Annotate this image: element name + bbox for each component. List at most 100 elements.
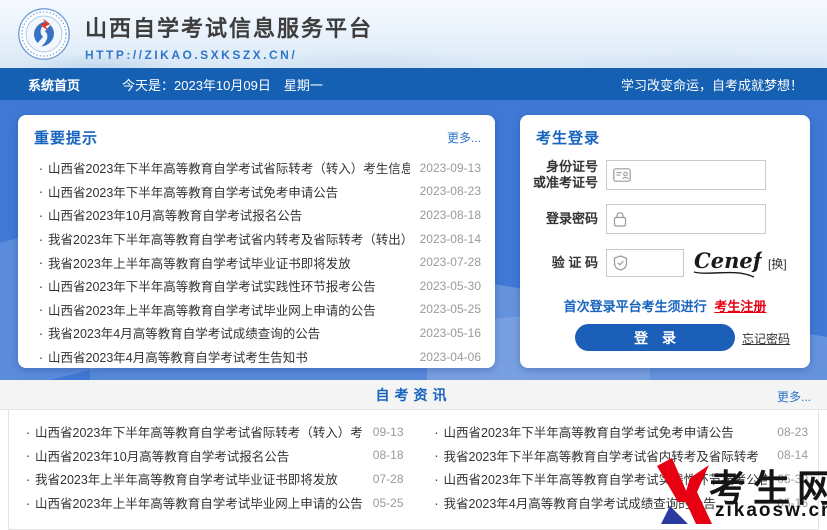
bullet-icon: · [34, 278, 48, 294]
notice-item-title[interactable]: 山西省2023年下半年高等教育自学考试省际转考（转入）考生信息... [48, 158, 410, 177]
watermark-inner: 考生网 zikaosw.cn [657, 450, 827, 530]
news-item-title[interactable]: 山西省2023年上半年高等教育自学考试毕业网上申请的公告 [35, 493, 363, 512]
notice-item[interactable]: · 山西省2023年上半年高等教育自学考试毕业网上申请的公告 2023-05-2… [34, 298, 481, 322]
bullet-icon: · [34, 301, 48, 317]
notice-item-date: 2023-09-13 [420, 161, 481, 175]
login-title: 考生登录 [536, 127, 600, 148]
news-item[interactable]: · 山西省2023年10月高等教育自学考试报名公告 08-18 [21, 444, 404, 468]
news-item-title[interactable]: 山西省2023年下半年高等教育自学考试省际转考（转入）考生信... [35, 422, 363, 441]
captcha-field-label: 验 证 码 [520, 255, 606, 271]
notice-item[interactable]: · 我省2023年4月高等教育自学考试成绩查询的公告 2023-05-16 [34, 321, 481, 345]
notice-item-title[interactable]: 我省2023年4月高等教育自学考试成绩查询的公告 [48, 323, 410, 342]
nav-home-link[interactable]: 系统首页 [28, 75, 80, 94]
notice-item-title[interactable]: 山西省2023年10月高等教育自学考试报名公告 [48, 205, 410, 224]
notice-item-date: 2023-08-14 [420, 232, 481, 246]
bullet-icon: · [34, 325, 48, 341]
login-panel: 考生登录 身份证号 或准考证号 登录密码 [520, 115, 810, 368]
news-item[interactable]: · 山西省2023年下半年高等教育自学考试省际转考（转入）考生信... 09-1… [21, 420, 404, 444]
notice-item-title[interactable]: 山西省2023年下半年高等教育自学考试免考申请公告 [48, 182, 410, 201]
captcha-refresh-link[interactable]: [换] [768, 255, 787, 272]
news-item-title[interactable]: 我省2023年上半年高等教育自学考试毕业证书即将发放 [35, 469, 363, 488]
notice-item-title[interactable]: 山西省2023年下半年高等教育自学考试实践性环节报考公告 [48, 276, 410, 295]
site-logo-icon [17, 7, 71, 61]
page: 山西自学考试信息服务平台 HTTP://ZIKAO.SXKSZX.CN/ 系统首… [0, 0, 827, 530]
register-link[interactable]: 考生注册 [714, 299, 766, 314]
bullet-icon: · [21, 424, 35, 440]
id-input-box [606, 160, 766, 190]
news-title: 自考资讯 [376, 385, 452, 405]
news-item-date: 07-28 [373, 472, 404, 486]
bullet-icon: · [430, 471, 444, 487]
notices-more-link[interactable]: 更多... [447, 129, 481, 146]
news-more-link[interactable]: 更多... [777, 388, 811, 405]
notice-item-title[interactable]: 我省2023年下半年高等教育自学考试省内转考及省际转考（转出）... [48, 229, 410, 248]
id-input[interactable] [636, 163, 736, 187]
password-field-label: 登录密码 [520, 211, 606, 227]
notice-item[interactable]: · 山西省2023年下半年高等教育自学考试省际转考（转入）考生信息... 202… [34, 156, 481, 180]
news-item-date: 08-18 [373, 448, 404, 462]
news-item[interactable]: · 我省2023年上半年高等教育自学考试毕业证书即将发放 07-28 [21, 467, 404, 491]
site-url: HTTP://ZIKAO.SXKSZX.CN/ [85, 48, 373, 62]
notice-item-title[interactable]: 山西省2023年上半年高等教育自学考试毕业网上申请的公告 [48, 300, 410, 319]
bullet-icon: · [430, 447, 444, 463]
notice-item-date: 2023-07-28 [420, 255, 481, 269]
notice-item-date: 2023-05-16 [420, 326, 481, 340]
watermark-domain: zikaosw.cn [715, 500, 827, 522]
nav-date-text: 今天是：2023年10月09日 星期一 [122, 75, 323, 94]
notice-item-date: 2023-08-18 [420, 208, 481, 222]
bullet-icon: · [21, 495, 35, 511]
news-item-date: 08-23 [777, 425, 808, 439]
news-item[interactable]: · 山西省2023年上半年高等教育自学考试毕业网上申请的公告 05-25 [21, 491, 404, 515]
password-input[interactable] [632, 207, 732, 231]
bullet-icon: · [430, 424, 444, 440]
captcha-input-box [606, 249, 684, 277]
news-item-date: 05-25 [373, 496, 404, 510]
bullet-icon: · [34, 207, 48, 223]
notice-item[interactable]: · 山西省2023年下半年高等教育自学考试免考申请公告 2023-08-23 [34, 180, 481, 204]
notice-item-date: 2023-05-30 [420, 279, 481, 293]
shield-icon [613, 255, 628, 271]
news-item-date: 09-13 [373, 425, 404, 439]
news-item-title[interactable]: 山西省2023年10月高等教育自学考试报名公告 [35, 446, 363, 465]
notice-item[interactable]: · 山西省2023年10月高等教育自学考试报名公告 2023-08-18 [34, 203, 481, 227]
notice-item[interactable]: · 山西省2023年4月高等教育自学考试考生告知书 2023-04-06 [34, 345, 481, 369]
notice-item-title[interactable]: 山西省2023年4月高等教育自学考试考生告知书 [48, 347, 410, 366]
id-label-line1: 身份证号 [520, 159, 598, 175]
bullet-icon: · [34, 231, 48, 247]
notice-item[interactable]: · 山西省2023年下半年高等教育自学考试实践性环节报考公告 2023-05-3… [34, 274, 481, 298]
login-header: 考生登录 [536, 127, 794, 148]
captcha-image[interactable]: Cenef [692, 247, 762, 279]
nav-bar: 系统首页 今天是：2023年10月09日 星期一 学习改变命运，自考成就梦想！ [0, 68, 827, 100]
notice-item-date: 2023-08-23 [420, 184, 481, 198]
site-header: 山西自学考试信息服务平台 HTTP://ZIKAO.SXKSZX.CN/ [0, 0, 827, 68]
nav-slogan: 学习改变命运，自考成就梦想！ [621, 75, 803, 94]
news-item[interactable]: · 山西省2023年下半年高等教育自学考试免考申请公告 08-23 [430, 420, 809, 444]
password-field-row: 登录密码 [520, 204, 810, 234]
news-item-title[interactable]: 山西省2023年下半年高等教育自学考试免考申请公告 [444, 422, 768, 441]
id-field-row: 身份证号 或准考证号 [520, 159, 810, 191]
bullet-icon: · [21, 471, 35, 487]
bullet-icon: · [430, 495, 444, 511]
captcha-input[interactable] [633, 251, 677, 275]
login-actions: 登录 忘记密码 [520, 324, 810, 351]
id-card-icon [613, 168, 631, 182]
notice-item[interactable]: · 我省2023年上半年高等教育自学考试毕业证书即将发放 2023-07-28 [34, 250, 481, 274]
notices-panel: 重要提示 更多... · 山西省2023年下半年高等教育自学考试省际转考（转入）… [18, 115, 495, 368]
forgot-password-link[interactable]: 忘记密码 [742, 330, 790, 347]
notice-item-title[interactable]: 我省2023年上半年高等教育自学考试毕业证书即将发放 [48, 253, 410, 272]
news-column-left: · 山西省2023年下半年高等教育自学考试省际转考（转入）考生信... 09-1… [9, 420, 414, 529]
notice-item[interactable]: · 我省2023年下半年高等教育自学考试省内转考及省际转考（转出）... 202… [34, 227, 481, 251]
id-field-label: 身份证号 或准考证号 [520, 159, 606, 191]
bullet-icon: · [34, 349, 48, 365]
id-label-line2: 或准考证号 [520, 175, 598, 191]
lock-icon [613, 211, 627, 227]
login-button[interactable]: 登录 [575, 324, 735, 351]
notice-item-date: 2023-05-25 [420, 302, 481, 316]
register-note: 首次登录平台考生须进行 考生注册 [520, 296, 810, 315]
bullet-icon: · [34, 183, 48, 199]
site-title: 山西自学考试信息服务平台 [85, 11, 373, 43]
notices-list: · 山西省2023年下半年高等教育自学考试省际转考（转入）考生信息... 202… [34, 156, 481, 368]
bullet-icon: · [34, 254, 48, 270]
password-input-box [606, 204, 766, 234]
register-note-text: 首次登录平台考生须进行 [564, 299, 707, 314]
